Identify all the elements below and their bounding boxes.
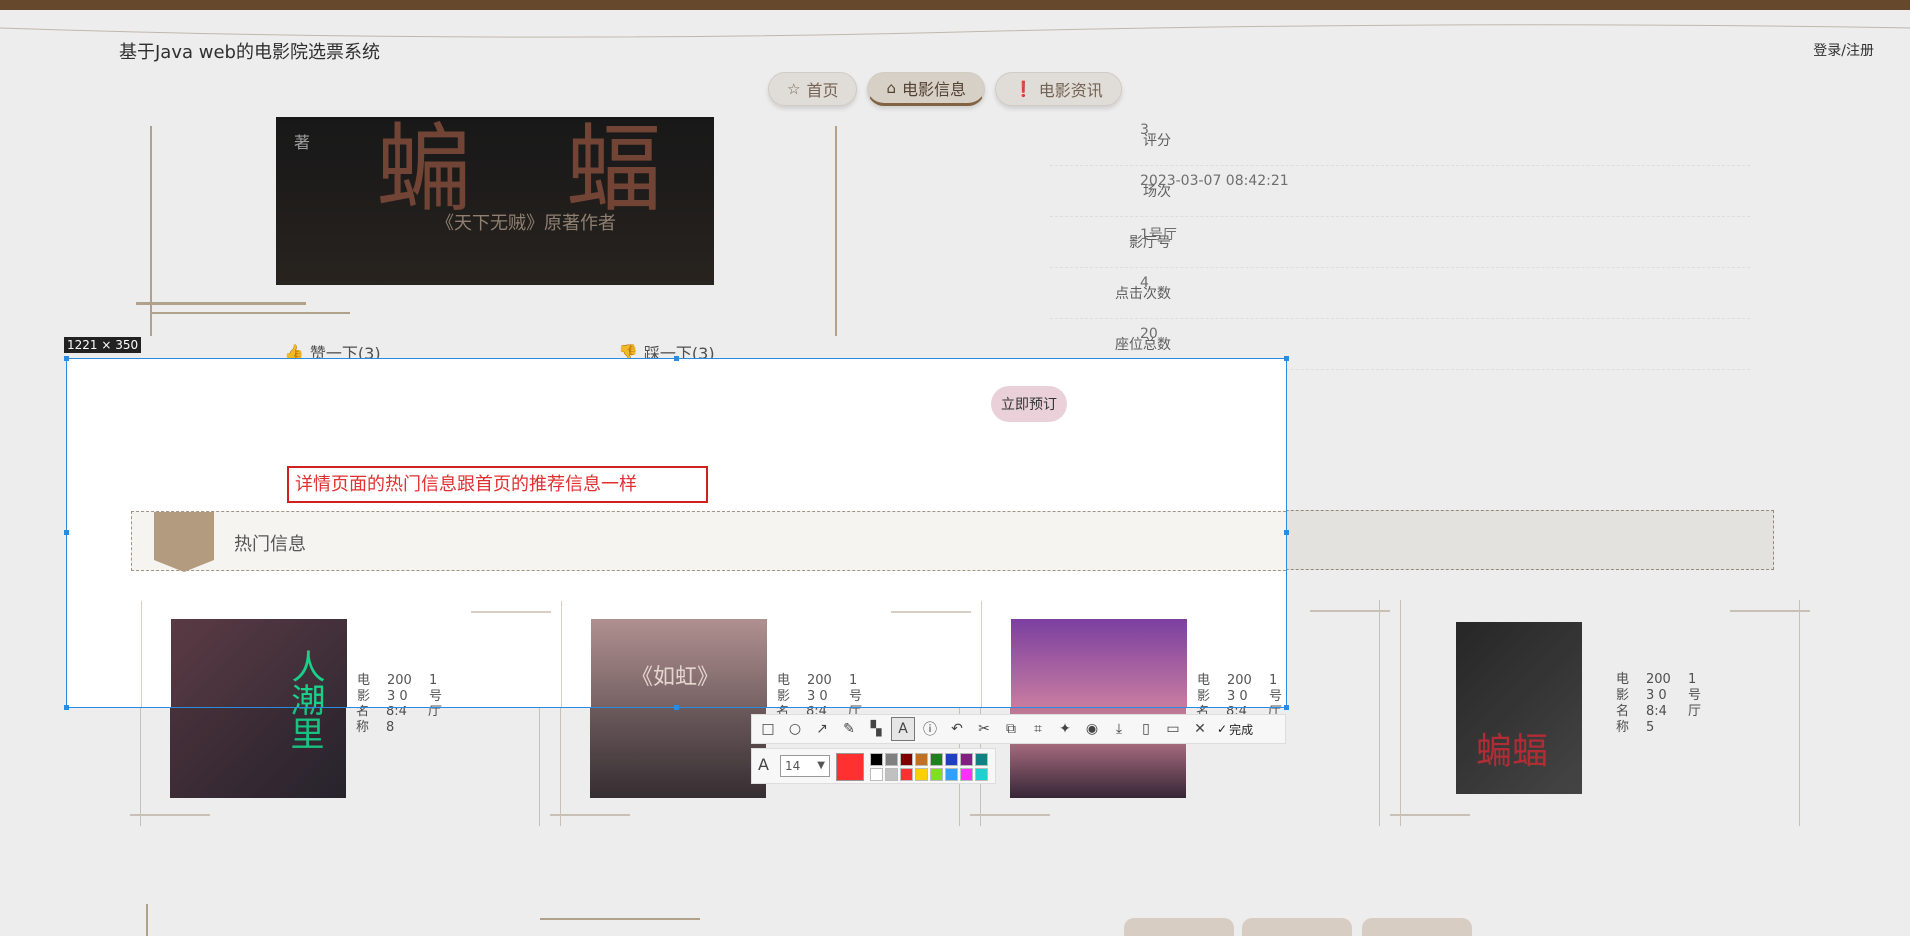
resize-handle[interactable] (64, 530, 69, 535)
movie-thumbnail[interactable]: 《如虹》 (591, 619, 767, 707)
text-tool-icon[interactable]: A (891, 717, 915, 741)
color-swatch[interactable] (975, 768, 988, 781)
color-swatch[interactable] (975, 753, 988, 766)
resize-handle[interactable] (674, 356, 679, 361)
hot-movie-card[interactable]: 电影名称 2003 08:46 1号厅 (971, 601, 1286, 707)
info-icon: ❗ (1014, 80, 1033, 98)
resize-handle[interactable] (64, 356, 69, 361)
current-color-swatch[interactable] (836, 753, 864, 781)
copy-icon[interactable]: ⧉ (999, 717, 1023, 741)
done-button[interactable]: ✓ 完成 (1217, 721, 1253, 738)
star-icon: ☆ (787, 80, 801, 98)
undo-icon[interactable]: ↶ (945, 717, 969, 741)
nav-movie-news[interactable]: ❗ 电影资讯 (995, 72, 1122, 106)
chevron-down-icon: ▼ (817, 760, 825, 771)
movie-poster: 蝙 蝠 著 《天下无贼》原著作者 (276, 117, 714, 285)
color-swatch[interactable] (960, 753, 973, 766)
arrow-tool-icon[interactable]: ↗ (810, 717, 834, 741)
section-badge (154, 512, 214, 572)
ocr-icon[interactable]: ⌗ (1026, 717, 1050, 741)
selection-size-label: 1221 × 350 (64, 337, 142, 353)
close-icon[interactable]: ✕ (1188, 717, 1212, 741)
color-swatch[interactable] (870, 753, 883, 766)
check-icon: ✓ (1217, 722, 1228, 736)
bag-icon: ⌂ (886, 79, 896, 97)
mosaic-tool-icon[interactable]: ▚ (864, 717, 888, 741)
divider (146, 904, 148, 936)
color-swatch[interactable] (945, 753, 958, 766)
color-swatch[interactable] (885, 768, 898, 781)
text-style-toolbar: A 14 ▼ (751, 748, 996, 784)
color-swatch[interactable] (900, 753, 913, 766)
scissors-icon[interactable]: ✂ (972, 717, 996, 741)
hot-movie-card[interactable]: 人潮里 电影名称 2003 08:48 1号厅 (131, 601, 551, 707)
login-register-link[interactable]: 登录/注册 (1813, 40, 1874, 60)
resize-handle[interactable] (64, 705, 69, 710)
movie-thumbnail[interactable] (1011, 619, 1187, 707)
annotation-textbox[interactable]: 详情页面的热门信息跟首页的推荐信息一样 (287, 466, 708, 503)
detail-row-clicks: 点击次数 4 (1050, 271, 1750, 319)
rectangle-tool-icon[interactable]: □ (756, 717, 780, 741)
nav-home[interactable]: ☆ 首页 (768, 72, 858, 106)
pen-tool-icon[interactable]: ✎ (837, 717, 861, 741)
download-icon[interactable]: ⤓ (1107, 717, 1131, 741)
font-size-select[interactable]: 14 ▼ (780, 755, 830, 777)
resize-handle[interactable] (1284, 356, 1289, 361)
color-swatch[interactable] (960, 768, 973, 781)
bookmark-icon[interactable]: ▭ (1161, 717, 1185, 741)
number-marker-icon[interactable]: ⓘ (918, 717, 942, 741)
color-swatch[interactable] (930, 753, 943, 766)
detail-row-rating: 评分 3 (1050, 118, 1750, 166)
book-now-button[interactable]: 立即预订 (991, 386, 1067, 422)
divider (540, 918, 700, 920)
site-header: 基于Java web的电影院选票系统 登录/注册 (0, 10, 1910, 66)
ellipse-tool-icon[interactable]: ○ (783, 717, 807, 741)
bottom-button[interactable] (1242, 918, 1352, 936)
screenshot-toolbar: □ ○ ↗ ✎ ▚ A ⓘ ↶ ✂ ⧉ ⌗ ✦ ◉ ⤓ ▯ ▭ ✕ ✓ 完成 (751, 714, 1286, 744)
top-accent-bar (0, 0, 1910, 10)
color-swatch[interactable] (870, 768, 883, 781)
color-swatch[interactable] (900, 768, 913, 781)
main-nav: ☆ 首页 ⌂ 电影信息 ❗ 电影资讯 (768, 72, 1122, 106)
detail-row-session: 场次 2023-03-07 08:42:21 (1050, 169, 1750, 217)
hot-info-header: 热门信息 (131, 511, 1286, 572)
color-swatch[interactable] (885, 753, 898, 766)
divider (835, 126, 837, 336)
movie-thumbnail[interactable]: 人潮里 (171, 619, 347, 707)
screenshot-selection[interactable]: 立即预订 详情页面的热门信息跟首页的推荐信息一样 热门信息 人潮里 电影名称 2… (66, 358, 1287, 708)
site-title: 基于Java web的电影院选票系统 (119, 42, 380, 63)
divider (136, 302, 306, 305)
font-icon: A (758, 755, 769, 774)
detail-row-hall: 影厅号 1号厅 (1050, 220, 1750, 268)
nav-movie-info[interactable]: ⌂ 电影信息 (867, 72, 986, 106)
pin-icon[interactable]: ✦ (1053, 717, 1077, 741)
resize-handle[interactable] (1284, 705, 1289, 710)
color-swatch[interactable] (915, 753, 928, 766)
color-swatch[interactable] (945, 768, 958, 781)
bottom-button[interactable] (1362, 918, 1472, 936)
resize-handle[interactable] (674, 705, 679, 710)
hot-movie-card[interactable]: 蝙蝠 电影名称 2003 08:45 1号厅 (1390, 600, 1810, 826)
color-swatch[interactable] (915, 768, 928, 781)
resize-handle[interactable] (1284, 530, 1289, 535)
divider (150, 312, 350, 314)
record-icon[interactable]: ◉ (1080, 717, 1104, 741)
hot-movie-card[interactable]: 《如虹》 电影名称 2003 08:4 1号厅 (551, 601, 971, 707)
color-swatch[interactable] (930, 768, 943, 781)
phone-icon[interactable]: ▯ (1134, 717, 1158, 741)
bottom-button[interactable] (1124, 918, 1234, 936)
movie-thumbnail[interactable]: 蝙蝠 (1456, 622, 1582, 794)
